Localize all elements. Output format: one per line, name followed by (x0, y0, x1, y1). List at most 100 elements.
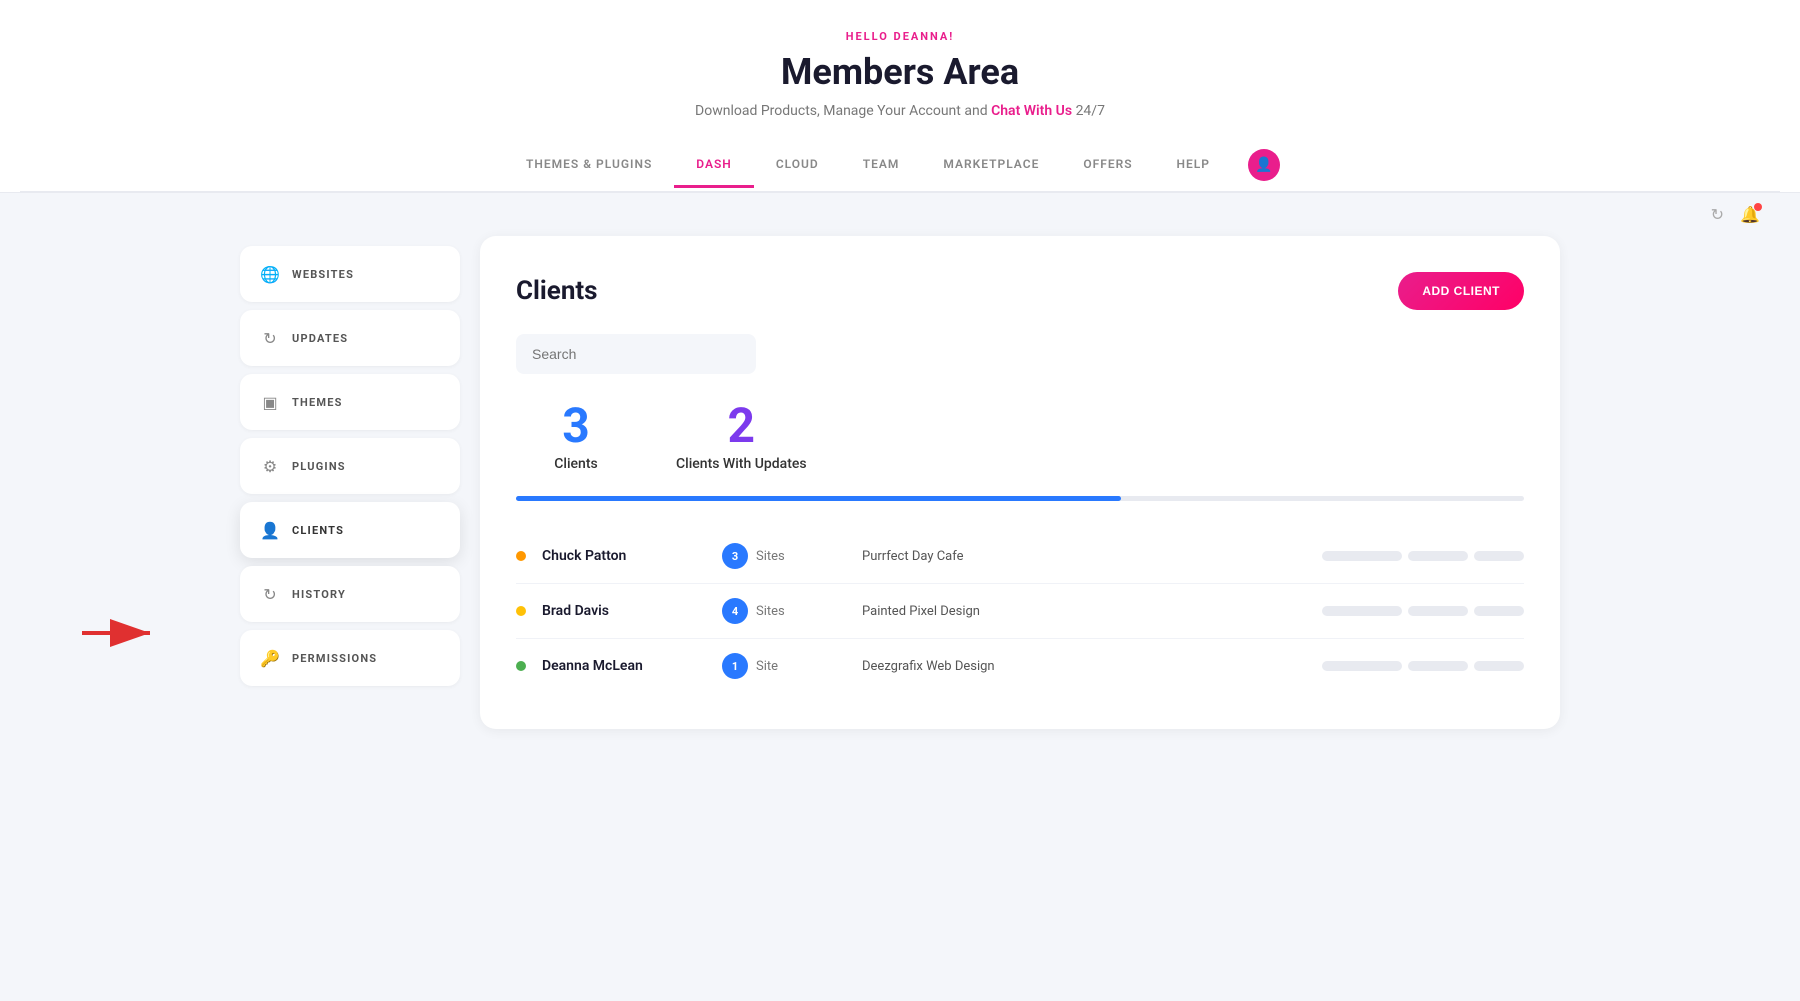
client-actions (1322, 661, 1524, 671)
clients-icon: 👤 (260, 520, 280, 540)
clients-count: 3 (562, 402, 590, 450)
sidebar-item-plugins[interactable]: ⚙ PLUGINS (240, 438, 460, 494)
nav-tab-cloud[interactable]: CLOUD (754, 143, 841, 188)
subtitle-after: 24/7 (1076, 103, 1105, 119)
client-row[interactable]: Chuck Patton 3 Sites Purrfect Day Cafe (516, 529, 1524, 584)
content-panel: Clients ADD CLIENT 3 Clients 2 Clients W… (480, 236, 1560, 729)
sidebar-item-websites[interactable]: 🌐 WEBSITES (240, 246, 460, 302)
sidebar-item-history[interactable]: ↻ HISTORY (240, 566, 460, 622)
sidebar-label-clients: CLIENTS (292, 524, 344, 537)
sites-badge: 4 Sites (722, 598, 862, 624)
sites-count: 3 (722, 543, 748, 569)
hello-text: HELLO DEANNA! (20, 30, 1780, 43)
client-row[interactable]: Brad Davis 4 Sites Painted Pixel Design (516, 584, 1524, 639)
clients-stat: 3 Clients (516, 402, 636, 472)
nav-tab-help[interactable]: HELP (1155, 143, 1232, 188)
top-bar: ↻ 🔔 (0, 193, 1800, 236)
nav-tab-offers[interactable]: OFFERS (1061, 143, 1154, 188)
action-pill-2 (1408, 661, 1468, 671)
sidebar-label-history: HISTORY (292, 588, 346, 601)
sidebar-item-themes[interactable]: ▣ THEMES (240, 374, 460, 430)
chat-link[interactable]: Chat With Us (991, 103, 1072, 119)
sidebar-item-wrapper-updates: ↻ UPDATES (240, 310, 460, 366)
sites-label: Site (756, 659, 778, 674)
stats-row: 3 Clients 2 Clients With Updates (516, 402, 1524, 472)
subtitle-before: Download Products, Manage Your Account a… (695, 103, 988, 119)
sites-count: 1 (722, 653, 748, 679)
client-company: Deezgrafix Web Design (862, 659, 1322, 674)
add-client-button[interactable]: ADD CLIENT (1398, 272, 1524, 310)
history-icon: ↻ (260, 584, 280, 604)
bell-icon[interactable]: 🔔 (1740, 205, 1760, 224)
action-pill-1 (1322, 661, 1402, 671)
sidebar: 🌐 WEBSITES ↻ UPDATES ▣ THEMES ⚙ PLUGINS 👤 CLIENTS… (240, 236, 460, 729)
themes-icon: ▣ (260, 392, 280, 412)
panel-header: Clients ADD CLIENT (516, 272, 1524, 310)
sites-label: Sites (756, 549, 785, 564)
updates-count: 2 (728, 402, 756, 450)
sites-badge: 1 Site (722, 653, 862, 679)
action-pill-2 (1408, 606, 1468, 616)
header: HELLO DEANNA! Members Area Download Prod… (0, 0, 1800, 193)
sites-count: 4 (722, 598, 748, 624)
status-dot (516, 551, 526, 561)
sidebar-item-permissions[interactable]: 🔑 PERMISSIONS (240, 630, 460, 686)
action-pill-3 (1474, 606, 1524, 616)
client-actions (1322, 551, 1524, 561)
sidebar-label-websites: WEBSITES (292, 268, 354, 281)
sidebar-label-plugins: PLUGINS (292, 460, 346, 473)
sites-label: Sites (756, 604, 785, 619)
main-content: 🌐 WEBSITES ↻ UPDATES ▣ THEMES ⚙ PLUGINS 👤 CLIENTS… (200, 236, 1600, 769)
avatar: 👤 (1248, 149, 1280, 181)
sidebar-label-permissions: PERMISSIONS (292, 652, 377, 665)
progress-bar-fill (516, 496, 1121, 501)
page-title: Members Area (20, 51, 1780, 93)
sidebar-item-wrapper-websites: 🌐 WEBSITES (240, 246, 460, 302)
client-row[interactable]: Deanna McLean 1 Site Deezgrafix Web Desi… (516, 639, 1524, 693)
sidebar-item-wrapper-themes: ▣ THEMES (240, 374, 460, 430)
client-company: Painted Pixel Design (862, 604, 1322, 619)
status-dot (516, 661, 526, 671)
sites-badge: 3 Sites (722, 543, 862, 569)
updates-icon: ↻ (260, 328, 280, 348)
subtitle: Download Products, Manage Your Account a… (20, 103, 1780, 119)
nav-tab-dash[interactable]: DASH (674, 143, 754, 188)
client-name: Brad Davis (542, 603, 722, 619)
nav-tab-team[interactable]: TEAM (841, 143, 922, 188)
client-name: Deanna McLean (542, 658, 722, 674)
sidebar-label-updates: UPDATES (292, 332, 348, 345)
clients-list: Chuck Patton 3 Sites Purrfect Day Cafe B… (516, 529, 1524, 693)
search-input[interactable] (516, 334, 756, 374)
clients-label: Clients (554, 456, 597, 472)
sidebar-item-clients[interactable]: 👤 CLIENTS (240, 502, 460, 558)
websites-icon: 🌐 (260, 264, 280, 284)
nav-tab-marketplace[interactable]: MARKETPLACE (921, 143, 1061, 188)
panel-title: Clients (516, 276, 598, 306)
updates-label: Clients With Updates (676, 456, 807, 472)
progress-bar (516, 496, 1524, 501)
sidebar-item-wrapper-permissions: 🔑 PERMISSIONS (240, 630, 460, 686)
action-pill-3 (1474, 551, 1524, 561)
sidebar-label-themes: THEMES (292, 396, 343, 409)
status-dot (516, 606, 526, 616)
refresh-icon[interactable]: ↻ (1711, 205, 1724, 224)
sidebar-item-wrapper-clients: 👤 CLIENTS (240, 502, 460, 558)
permissions-icon: 🔑 (260, 648, 280, 668)
sidebar-item-wrapper-history: ↻ HISTORY (240, 566, 460, 622)
updates-stat: 2 Clients With Updates (676, 402, 807, 472)
action-pill-1 (1322, 551, 1402, 561)
nav-tab-themes-plugins[interactable]: THEMES & PLUGINS (504, 143, 674, 188)
red-arrow-indicator (82, 618, 162, 652)
sidebar-item-wrapper-plugins: ⚙ PLUGINS (240, 438, 460, 494)
client-company: Purrfect Day Cafe (862, 549, 1322, 564)
nav-avatar[interactable]: 👤 (1232, 139, 1296, 191)
action-pill-3 (1474, 661, 1524, 671)
action-pill-2 (1408, 551, 1468, 561)
action-pill-1 (1322, 606, 1402, 616)
client-actions (1322, 606, 1524, 616)
plugins-icon: ⚙ (260, 456, 280, 476)
sidebar-item-updates[interactable]: ↻ UPDATES (240, 310, 460, 366)
notification-dot (1754, 203, 1762, 211)
client-name: Chuck Patton (542, 548, 722, 564)
nav-tabs: THEMES & PLUGINSDASHCLOUDTEAMMARKETPLACE… (20, 139, 1780, 192)
